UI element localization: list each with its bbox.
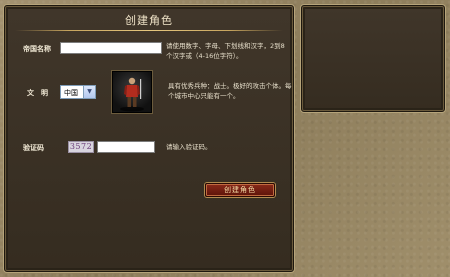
warrior-icon (120, 77, 144, 112)
civilization-select[interactable]: 中国 ▼ (60, 85, 96, 99)
captcha-hint: 请输入验证码。 (166, 143, 212, 151)
captcha-input[interactable] (97, 141, 155, 153)
civilization-description: 具有优秀兵种：战士。极好的攻击个体。每个城市中心只能有一个。 (168, 82, 292, 100)
unit-portrait (111, 70, 153, 114)
empire-name-input[interactable] (60, 42, 162, 54)
empire-name-label: 帝国名称 (23, 45, 51, 53)
chevron-down-icon[interactable]: ▼ (83, 86, 95, 98)
panel-title: 创建角色 (125, 14, 173, 27)
empire-name-hint: 请使用数字、字母、下划线和汉字，2到8个汉字或（4-16位字符）。 (166, 42, 285, 60)
title-divider (15, 30, 283, 31)
create-character-panel: 创建角色 帝国名称 请使用数字、字母、下划线和汉字，2到8个汉字或（4-16位字… (4, 5, 294, 272)
civilization-selected-value: 中国 (64, 89, 78, 97)
create-character-button[interactable]: 创建角色 (205, 183, 275, 197)
civilization-label: 文 明 (27, 89, 48, 97)
side-panel (301, 5, 445, 112)
captcha-image: 3572 (68, 141, 94, 153)
captcha-label: 验证码 (23, 144, 44, 152)
